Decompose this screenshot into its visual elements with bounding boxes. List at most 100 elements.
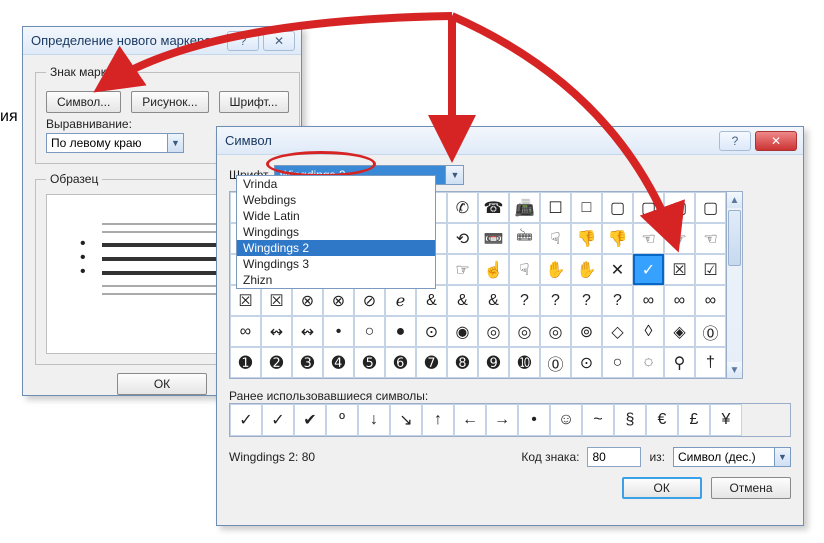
symbol-cell[interactable]: ⟲ — [447, 223, 478, 254]
recent-symbol-cell[interactable]: ✓ — [262, 404, 294, 436]
symbol-cell[interactable]: ? — [540, 285, 571, 316]
symbol-cell[interactable]: ✓ — [633, 254, 664, 285]
recent-symbol-cell[interactable]: ✔ — [294, 404, 326, 436]
symbol-button[interactable]: Символ... — [46, 91, 121, 113]
symbol-cell[interactable]: ◇ — [602, 316, 633, 347]
symbol-cell[interactable]: ☞ — [447, 254, 478, 285]
symbol-cell[interactable]: ▢ — [602, 192, 633, 223]
symbol-cell[interactable]: ◉ — [447, 316, 478, 347]
symbol-cell[interactable]: ➐ — [416, 347, 447, 378]
symbol-cell[interactable]: ☟ — [540, 223, 571, 254]
font-option[interactable]: Wingdings 2 — [237, 240, 435, 256]
symbol-cell[interactable]: ⊗ — [292, 285, 323, 316]
symbol-cell[interactable]: ✆ — [447, 192, 478, 223]
recent-symbol-cell[interactable]: º — [326, 404, 358, 436]
symbol-grid-scrollbar[interactable]: ▲ ▼ — [727, 191, 743, 379]
symbol-cell[interactable]: • — [323, 316, 354, 347]
symbol-cell[interactable]: ✋ — [540, 254, 571, 285]
symbol-cell[interactable]: ➋ — [261, 347, 292, 378]
alignment-select[interactable]: ▼ — [46, 133, 184, 153]
bullet-dialog-titlebar[interactable]: Определение нового маркера ? ✕ — [23, 27, 301, 55]
recent-symbol-cell[interactable]: € — [646, 404, 678, 436]
font-option[interactable]: Zhizn — [237, 272, 435, 288]
font-dropdown-list[interactable]: VrindaWebdingsWide LatinWingdingsWingdin… — [236, 175, 436, 289]
symbol-cell[interactable]: 🖮 — [509, 223, 540, 254]
symbol-cell[interactable]: ▢ — [633, 192, 664, 223]
recent-symbol-cell[interactable]: ↑ — [422, 404, 454, 436]
symbol-cell[interactable]: ⊙ — [571, 347, 602, 378]
from-select-value[interactable] — [674, 448, 774, 466]
symbol-cell[interactable]: ◈ — [664, 316, 695, 347]
symbol-cell[interactable]: □ — [571, 192, 602, 223]
symbol-cell[interactable]: ➌ — [292, 347, 323, 378]
symbol-cell[interactable]: ➎ — [354, 347, 385, 378]
symbol-cell[interactable]: ◊ — [633, 316, 664, 347]
symbol-cell[interactable]: ☑ — [695, 254, 726, 285]
symbol-cell[interactable]: 👎 — [571, 223, 602, 254]
recent-symbol-cell[interactable]: ~ — [582, 404, 614, 436]
symbol-cell[interactable]: ◎ — [540, 316, 571, 347]
symbol-cell[interactable]: ∞ — [633, 285, 664, 316]
symbol-cell[interactable]: ➏ — [385, 347, 416, 378]
picture-button[interactable]: Рисунок... — [131, 91, 208, 113]
symbol-cell[interactable]: ℯ — [385, 285, 416, 316]
symbol-cell[interactable]: ▢ — [664, 192, 695, 223]
font-option[interactable]: Wide Latin — [237, 208, 435, 224]
font-option[interactable]: Wingdings — [237, 224, 435, 240]
symbol-cell[interactable]: ☒ — [664, 254, 695, 285]
symbol-cell[interactable]: ☞ — [664, 223, 695, 254]
symbol-cell[interactable]: ☎ — [478, 192, 509, 223]
symbol-cell[interactable]: ○ — [354, 316, 385, 347]
symbol-cell[interactable]: ○ — [602, 347, 633, 378]
symbol-cell[interactable]: † — [695, 347, 726, 378]
symbol-cell[interactable]: ☐ — [540, 192, 571, 223]
symbol-dialog-titlebar[interactable]: Символ ? ✕ — [217, 127, 803, 155]
symbol-cell[interactable]: 👎 — [602, 223, 633, 254]
symbol-cell[interactable]: ⚲ — [664, 347, 695, 378]
recent-symbol-cell[interactable]: £ — [678, 404, 710, 436]
recent-symbols[interactable]: ✓✓✔º↓↘↑←→•☺~§€£¥ — [229, 403, 791, 437]
symbol-cell[interactable]: ➊ — [230, 347, 261, 378]
symbol-cell[interactable]: ☟ — [509, 254, 540, 285]
from-select[interactable]: ▼ — [673, 447, 791, 467]
bullet-help-button[interactable]: ? — [227, 31, 259, 51]
recent-symbol-cell[interactable]: § — [614, 404, 646, 436]
symbol-cell[interactable]: ? — [602, 285, 633, 316]
scroll-thumb[interactable] — [728, 210, 741, 266]
symbol-cell[interactable]: ◌ — [633, 347, 664, 378]
recent-symbol-cell[interactable]: ↘ — [390, 404, 422, 436]
symbol-cell[interactable]: ➒ — [478, 347, 509, 378]
symbol-cell[interactable]: ∞ — [664, 285, 695, 316]
symbol-cell[interactable]: ● — [385, 316, 416, 347]
recent-symbol-cell[interactable]: → — [486, 404, 518, 436]
symbol-cell[interactable]: ☜ — [633, 223, 664, 254]
recent-symbol-cell[interactable]: ¥ — [710, 404, 742, 436]
symbol-cell[interactable]: ∞ — [695, 285, 726, 316]
symbol-cell[interactable]: ? — [571, 285, 602, 316]
symbol-cell[interactable]: 📼 — [478, 223, 509, 254]
symbol-cell[interactable]: ⊘ — [354, 285, 385, 316]
symbol-cell[interactable]: ✕ — [602, 254, 633, 285]
symbol-cell[interactable]: ↭ — [261, 316, 292, 347]
symbol-ok-button[interactable]: ОК — [622, 477, 702, 499]
symbol-cell[interactable]: ☒ — [230, 285, 261, 316]
font-option[interactable]: Webdings — [237, 192, 435, 208]
symbol-cell[interactable]: ☒ — [261, 285, 292, 316]
char-code-input[interactable] — [587, 447, 641, 467]
symbol-cell[interactable]: ⓪ — [695, 316, 726, 347]
scroll-down-icon[interactable]: ▼ — [727, 362, 742, 378]
symbol-cell[interactable]: ◎ — [478, 316, 509, 347]
symbol-cell[interactable]: ☝ — [478, 254, 509, 285]
symbol-cell[interactable]: ☜ — [695, 223, 726, 254]
symbol-cell[interactable]: & — [478, 285, 509, 316]
symbol-cell[interactable]: & — [416, 285, 447, 316]
symbol-cell[interactable]: ∞ — [230, 316, 261, 347]
recent-symbol-cell[interactable]: ✓ — [230, 404, 262, 436]
alignment-value[interactable] — [47, 134, 167, 152]
symbol-cell[interactable]: ✋ — [571, 254, 602, 285]
symbol-cell[interactable]: ▢ — [695, 192, 726, 223]
symbol-close-button[interactable]: ✕ — [755, 131, 797, 151]
symbol-cell[interactable]: ↭ — [292, 316, 323, 347]
recent-symbol-cell[interactable]: ← — [454, 404, 486, 436]
symbol-cell[interactable]: ⊚ — [571, 316, 602, 347]
